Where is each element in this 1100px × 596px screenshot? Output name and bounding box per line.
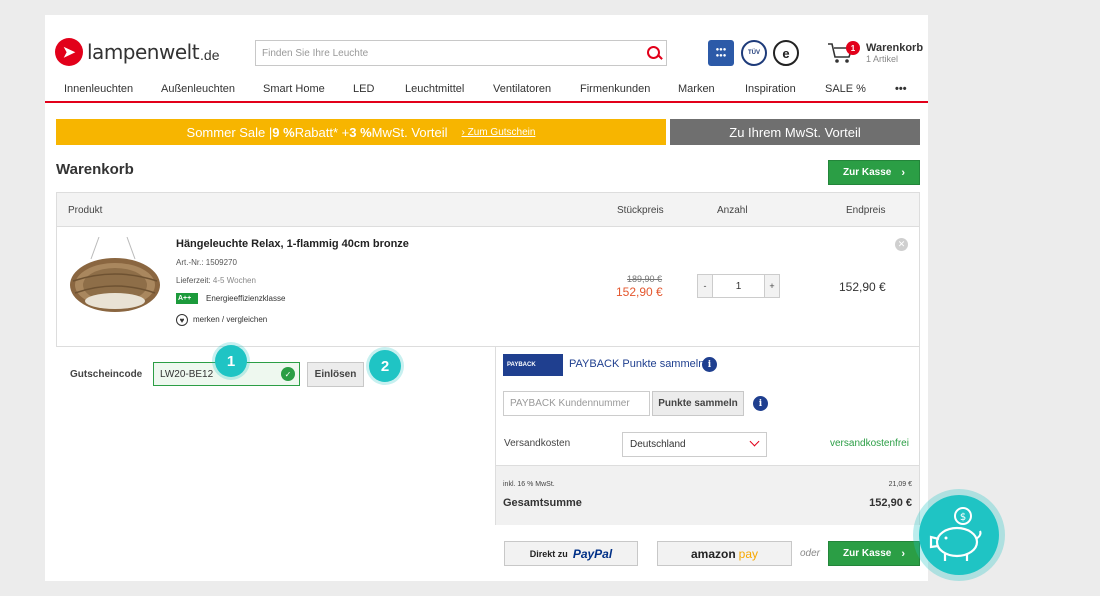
search-input[interactable] (256, 41, 642, 65)
remove-item-icon[interactable]: ✕ (895, 238, 908, 251)
nav-item-innenleuchten[interactable]: Innenleuchten (64, 83, 133, 95)
col-product: Produkt (68, 205, 103, 216)
promo-text-e: MwSt. Vorteil (371, 124, 448, 140)
step-1-badge: 1 (215, 345, 247, 377)
old-price: 189,90 € (627, 274, 663, 284)
cart-title[interactable]: Warenkorb (866, 42, 923, 54)
nav-item-ventilatoren[interactable]: Ventilatoren (493, 83, 551, 95)
promo-text-a: Sommer Sale | (186, 124, 273, 140)
svg-text:$: $ (960, 512, 966, 523)
nav-item-inspiration[interactable]: Inspiration (745, 83, 796, 95)
search-icon[interactable] (642, 41, 666, 65)
or-label: oder (800, 548, 821, 559)
summary-box: inkl. 16 % MwSt. 21,09 € Gesamtsumme 152… (496, 465, 919, 525)
product-article-number: Art.-Nr.: 1509270 (176, 258, 237, 267)
checkout-label: Zur Kasse (842, 548, 892, 559)
product-image[interactable] (69, 237, 165, 327)
country-value: Deutschland (630, 439, 686, 450)
logo[interactable]: ➤ lampenwelt .de (55, 37, 220, 67)
step-2-badge: 2 (369, 350, 401, 382)
promo-banner[interactable]: Sommer Sale | 9 % Rabatt* + 3 % MwSt. Vo… (56, 119, 666, 145)
total-value: 152,90 € (869, 497, 912, 509)
amazon-pay-button[interactable]: amazon pay (657, 541, 792, 566)
logo-tld: .de (200, 46, 220, 63)
promo-discount: 9 % (272, 124, 295, 140)
col-quantity: Anzahl (717, 205, 748, 216)
page-title: Warenkorb (56, 161, 134, 178)
nav-more-icon[interactable]: ••• (895, 83, 907, 95)
nav-item-smart-home[interactable]: Smart Home (263, 83, 325, 95)
nav-item-marken[interactable]: Marken (678, 83, 715, 95)
piggy-bank-icon: $ (919, 495, 999, 575)
table-header: Produkt Stückpreis Anzahl Endpreis (57, 193, 919, 227)
promo-voucher-link[interactable]: › Zum Gutschein (462, 127, 536, 138)
energy-class-badge: A++ (176, 293, 198, 304)
check-icon: ✓ (281, 367, 295, 381)
voucher-value: LW20-BE12 (160, 368, 214, 380)
collect-points-button[interactable]: Punkte sammeln (652, 391, 744, 416)
unit-price: 152,90 € (616, 285, 663, 299)
decrease-button[interactable]: - (698, 275, 712, 297)
payback-logo: PAYBACK (503, 354, 563, 376)
promo-text-c: Rabatt* + (294, 124, 350, 140)
logo-text: lampenwelt (87, 40, 200, 64)
shipping-label: Versandkosten (504, 438, 571, 449)
heart-icon[interactable]: ♥ (176, 314, 188, 326)
nav-item-led[interactable]: LED (353, 83, 374, 95)
cart-subtitle: 1 Artikel (866, 54, 899, 64)
quantity-input[interactable]: 1 (712, 275, 765, 297)
total-label: Gesamtsumme (503, 497, 582, 509)
payback-link[interactable]: PAYBACK Punkte sammeln (569, 358, 704, 370)
delivery-value: 4-5 Wochen (212, 276, 256, 285)
checkout-label: Zur Kasse (842, 167, 892, 178)
checkout-button-top[interactable]: Zur Kasse › (828, 160, 920, 185)
paypal-prefix: Direkt zu (529, 548, 568, 559)
shipping-status: versandkostenfrei (830, 438, 909, 449)
vat-value: 21,09 € (888, 481, 912, 488)
vat-advantage-banner[interactable]: Zu Ihrem MwSt. Vorteil (670, 119, 920, 145)
search-bar (255, 40, 667, 66)
chevron-down-icon (749, 436, 760, 447)
payback-number-input[interactable]: PAYBACK Kundennummer (503, 391, 650, 416)
country-select[interactable]: Deutschland (622, 432, 767, 457)
nav-item-leuchtmittel[interactable]: Leuchtmittel (405, 83, 464, 95)
ehi-badge-icon[interactable]: e (773, 40, 799, 66)
nav-item-firmenkunden[interactable]: Firmenkunden (580, 83, 650, 95)
redeem-button[interactable]: Einlösen (307, 362, 364, 387)
nav-item-aussenleuchten[interactable]: Außenleuchten (161, 83, 235, 95)
col-unit-price: Stückpreis (617, 205, 664, 216)
quantity-stepper: - 1 + (697, 274, 780, 298)
amazon-logo: amazon (690, 546, 736, 561)
col-total: Endpreis (846, 205, 886, 216)
increase-button[interactable]: + (765, 275, 779, 297)
main-nav: Innenleuchten Außenleuchten Smart Home L… (45, 81, 928, 103)
vat-label: inkl. 16 % MwSt. (503, 481, 555, 488)
cart-count-badge: 1 (846, 41, 860, 55)
tuv-badge-icon[interactable]: TÜV (741, 40, 767, 66)
cart-table: Produkt Stückpreis Anzahl Endpreis Hänge… (56, 192, 920, 347)
wishlist-link[interactable]: merken / vergleichen (193, 315, 267, 324)
product-delivery: Lieferzeit: 4-5 Wochen (176, 276, 256, 285)
paypal-button[interactable]: Direkt zu PayPal (504, 541, 638, 566)
amazon-pay-logo: pay (738, 546, 759, 561)
line-total: 152,90 € (839, 280, 886, 294)
promo-vat: 3 % (349, 124, 372, 140)
checkout-button-bottom[interactable]: Zur Kasse › (828, 541, 920, 566)
chevron-right-icon: › (901, 166, 906, 179)
chevron-right-icon: › (901, 547, 906, 560)
paypal-logo: PayPal (572, 546, 613, 561)
info-icon[interactable]: i (753, 396, 768, 411)
product-name[interactable]: Hängeleuchte Relax, 1-flammig 40cm bronz… (176, 238, 409, 250)
energy-class-label: Energieeffizienzklasse (206, 294, 286, 303)
voucher-label: Gutscheincode (70, 369, 143, 380)
trusted-shops-badge-icon[interactable]: ●●● ●●● (708, 40, 734, 66)
info-icon[interactable]: i (702, 357, 717, 372)
cart-page: ➤ lampenwelt .de ●●●●●● TÜV e 1 Warenkor… (45, 15, 928, 581)
logo-mark-icon: ➤ (55, 38, 83, 66)
nav-item-sale[interactable]: SALE % (825, 83, 866, 95)
delivery-label: Lieferzeit: (176, 276, 211, 285)
